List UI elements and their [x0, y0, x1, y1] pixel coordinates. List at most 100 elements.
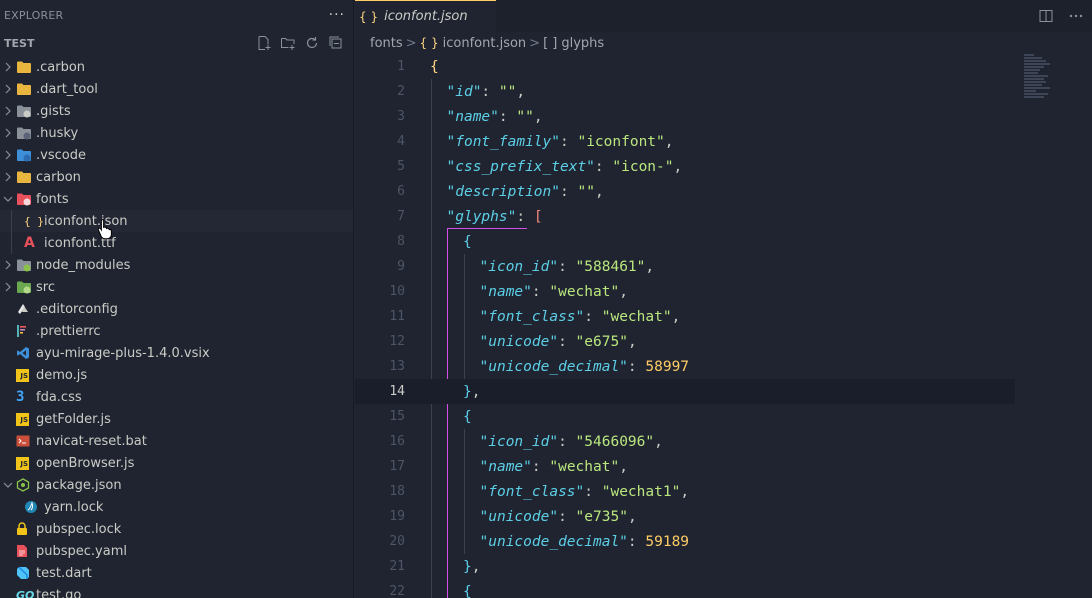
tree-item-fonts[interactable]: fonts	[0, 188, 353, 210]
chevron-right-icon[interactable]	[0, 144, 16, 166]
code-token: :	[531, 283, 550, 300]
code-line[interactable]: 12 "unicode": "e675",	[355, 329, 1015, 354]
code-line[interactable]: 19 "unicode": "e735",	[355, 504, 1015, 529]
code-line[interactable]: 10 "name": "wechat",	[355, 279, 1015, 304]
new-folder-icon[interactable]	[279, 34, 297, 52]
code-token: }	[463, 383, 472, 400]
code-line[interactable]: 20 "unicode_decimal": 59189	[355, 529, 1015, 554]
collapse-all-icon[interactable]	[327, 34, 345, 52]
breadcrumb-symbol[interactable]: [ ] glyphs	[543, 36, 604, 51]
tree-item-carbon[interactable]: carbon	[0, 166, 353, 188]
array-icon: [ ]	[543, 35, 558, 51]
mouse-pointer-icon	[97, 219, 112, 240]
tree-item-pubspec-yaml[interactable]: pubspec.yaml	[0, 540, 353, 562]
split-editor-icon[interactable]	[1038, 8, 1054, 24]
code-line[interactable]: 6 "description": "",	[355, 179, 1015, 204]
explorer-header: EXPLORER ···	[0, 0, 353, 30]
node-folder-icon	[16, 257, 34, 273]
code-line[interactable]: 13 "unicode_decimal": 58997	[355, 354, 1015, 379]
tree-item-navicat-reset-bat[interactable]: navicat-reset.bat	[0, 430, 353, 452]
tab-iconfont-json[interactable]: { } iconfont.json	[355, 0, 496, 32]
chevron-right-icon[interactable]	[0, 100, 16, 122]
code-token: :	[584, 483, 602, 500]
tree-item-label: openBrowser.js	[36, 455, 135, 471]
js-icon: JS	[16, 455, 34, 471]
tree-item-yarn-lock[interactable]: yarn.lock	[0, 496, 353, 518]
code-line[interactable]: 3 "name": "",	[355, 104, 1015, 129]
code-token: "icon-"	[612, 158, 674, 175]
code-token: :	[558, 333, 576, 350]
code-editor[interactable]: 1{2 "id": "", 3 "name": "", 4 "font_family": …	[355, 54, 1092, 598]
tree-item-fda-css[interactable]: 3 fda.css	[0, 386, 353, 408]
github-folder-icon	[16, 103, 34, 119]
code-line[interactable]: 11 "font_class": "wechat",	[355, 304, 1015, 329]
code-line[interactable]: 4 "font_family": "iconfont",	[355, 129, 1015, 154]
more-actions-icon[interactable]: ···	[329, 7, 345, 23]
tree-item-node-modules[interactable]: node_modules	[0, 254, 353, 276]
code-line[interactable]: 18 "font_class": "wechat1",	[355, 479, 1015, 504]
tree-item-package-json[interactable]: package.json	[0, 474, 353, 496]
breadcrumb-file-label: iconfont.json	[442, 35, 527, 51]
line-number: 14	[389, 384, 405, 399]
code-line[interactable]: 21},	[355, 554, 1015, 579]
tree-item-demo-js[interactable]: JS demo.js	[0, 364, 353, 386]
code-token: "wechat"	[549, 283, 620, 300]
code-token: "wechat1"	[601, 483, 681, 500]
line-content: },	[463, 384, 480, 400]
code-token: "unicode_decimal"	[479, 533, 628, 550]
chevron-right-icon[interactable]	[0, 254, 16, 276]
code-line[interactable]: 15 {	[355, 404, 1015, 429]
more-actions-icon[interactable]	[1068, 8, 1084, 24]
chevron-right-icon[interactable]	[0, 122, 16, 144]
chevron-right-icon[interactable]	[0, 56, 16, 78]
tree-item-gists[interactable]: .gists	[0, 100, 353, 122]
tree-item-prettierrc[interactable]: .prettierrc	[0, 320, 353, 342]
workspace-section-header[interactable]: TEST	[0, 30, 353, 56]
line-content: "font_family": "iconfont",	[447, 134, 674, 150]
breadcrumb-folder[interactable]: fonts	[370, 36, 403, 51]
tree-item-ayu-mirage-plus-1-4-0-vsix[interactable]: ayu-mirage-plus-1.4.0.vsix	[0, 342, 353, 364]
code-line[interactable]: 1{	[355, 54, 1015, 79]
new-file-icon[interactable]	[255, 34, 273, 52]
tree-item-iconfont-json[interactable]: { } iconfont.json	[0, 210, 353, 232]
code-line[interactable]: 17 "name": "wechat",	[355, 454, 1015, 479]
chevron-right-icon[interactable]	[0, 78, 16, 100]
minimap[interactable]	[1024, 54, 1056, 114]
tree-item-husky[interactable]: .husky	[0, 122, 353, 144]
chevron-down-icon[interactable]	[0, 188, 16, 210]
chevron-right-icon[interactable]	[0, 166, 16, 188]
explorer-sidebar: EXPLORER ··· TEST .carbon .dart_tool .gist…	[0, 0, 354, 598]
tree-item-label: iconfont.json	[44, 213, 128, 229]
code-line[interactable]: 9 "icon_id": "588461",	[355, 254, 1015, 279]
tree-item-label: .vscode	[36, 147, 86, 163]
tree-item-editorconfig[interactable]: .editorconfig	[0, 298, 353, 320]
tree-item-iconfont-ttf[interactable]: Aiconfont.ttf	[0, 232, 353, 254]
code-token: ,	[645, 258, 655, 275]
code-line[interactable]: 14},	[355, 379, 1015, 404]
tree-item-getfolder-js[interactable]: JS getFolder.js	[0, 408, 353, 430]
tree-item-carbon[interactable]: .carbon	[0, 56, 353, 78]
code-line[interactable]: 22 {	[355, 579, 1015, 598]
tree-item-test-go[interactable]: GO test.go	[0, 584, 353, 598]
code-line[interactable]: 7 "glyphs": [	[355, 204, 1015, 229]
chevron-right-icon[interactable]	[0, 276, 16, 298]
tree-item-pubspec-lock[interactable]: pubspec.lock	[0, 518, 353, 540]
line-number: 19	[389, 509, 405, 524]
code-token: "font_family"	[446, 133, 561, 150]
tree-item-vscode[interactable]: .vscode	[0, 144, 353, 166]
tree-item-test-dart[interactable]: test.dart	[0, 562, 353, 584]
code-line[interactable]: 5 "css_prefix_text": "icon-",	[355, 154, 1015, 179]
tree-item-src[interactable]: src	[0, 276, 353, 298]
code-token: ,	[533, 108, 543, 125]
refresh-icon[interactable]	[303, 34, 321, 52]
breadcrumb-file[interactable]: { } iconfont.json	[420, 36, 527, 51]
code-line[interactable]: 8{	[355, 229, 1015, 254]
code-line[interactable]: 16 "icon_id": "5466096",	[355, 429, 1015, 454]
tree-item-openbrowser-js[interactable]: JS openBrowser.js	[0, 452, 353, 474]
chevron-down-icon[interactable]	[0, 474, 16, 496]
line-number: 13	[389, 359, 405, 374]
code-line[interactable]: 2 "id": "",	[355, 79, 1015, 104]
tree-item-dart-tool[interactable]: .dart_tool	[0, 78, 353, 100]
